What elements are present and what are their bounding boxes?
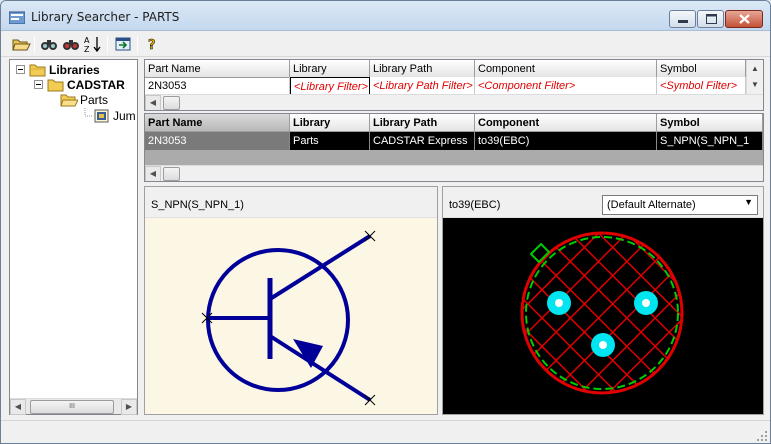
scroll-thumb[interactable] (163, 96, 180, 110)
scroll-up-icon[interactable]: ▲ (751, 64, 759, 73)
results-horizontal-scrollbar[interactable]: ◀ (145, 165, 763, 181)
export-icon (115, 37, 131, 51)
find-next-icon (63, 40, 79, 50)
filter-horizontal-scrollbar[interactable]: ◀ (145, 94, 763, 110)
results-grid: Part Name Library Library Path Component… (144, 113, 764, 182)
open-folder-icon (12, 39, 31, 51)
footprint-preview-header: to39(EBC) (Default Alternate) ▼ (443, 187, 763, 218)
library-filter[interactable]: <Library Filter> (290, 77, 370, 95)
open-button[interactable] (11, 35, 31, 54)
maximize-button[interactable] (697, 10, 724, 28)
symbol-preview-panel: S_NPN(S_NPN_1) (144, 186, 438, 415)
library-searcher-window: Library Searcher - PARTS AZ ? Libraries … (0, 0, 771, 444)
column-header[interactable]: Component (475, 60, 657, 78)
symbol-filter[interactable]: <Symbol Filter> (657, 77, 746, 95)
status-bar (1, 420, 770, 443)
scroll-thumb[interactable]: III (30, 400, 114, 414)
find-button[interactable] (39, 35, 59, 54)
title-bar: Library Searcher - PARTS (1, 1, 770, 31)
library-path-cell[interactable]: CADSTAR Express (370, 132, 475, 150)
sort-az-icon: AZ (84, 36, 101, 54)
column-header[interactable]: Library Path (370, 114, 475, 132)
open-folder-icon (60, 94, 78, 107)
column-header[interactable]: Part Name (145, 114, 290, 132)
folder-icon (29, 64, 46, 77)
minimize-button[interactable] (669, 10, 696, 28)
symbol-caption: S_NPN(S_NPN_1) (151, 199, 244, 211)
npn-transistor-symbol (201, 230, 376, 406)
column-header[interactable]: Component (475, 114, 657, 132)
minimize-icon (678, 20, 688, 23)
part-name-filter[interactable]: 2N3053 (145, 77, 290, 95)
scroll-left-icon[interactable]: ◀ (145, 95, 161, 110)
component-filter[interactable]: <Component Filter> (475, 77, 657, 95)
export-button[interactable] (113, 35, 133, 54)
column-header[interactable]: Library (290, 60, 370, 78)
tree-item-libraries[interactable]: Libraries (16, 62, 136, 78)
filter-grid: Part Name Library Library Path Component… (144, 59, 764, 111)
toolbar: AZ ? (1, 32, 770, 57)
svg-text:Z: Z (84, 45, 90, 53)
close-icon (739, 14, 750, 24)
scroll-right-icon[interactable]: ▶ (121, 399, 137, 415)
tree-item-label: Parts (80, 93, 109, 107)
filter-vertical-scrollbar[interactable]: ▲ ▼ (746, 60, 763, 94)
chevron-down-icon[interactable]: ▼ (744, 197, 753, 207)
tree-item-label: CADSTAR (67, 78, 125, 92)
library-cell[interactable]: Parts (290, 132, 370, 150)
to39-footprint-drawing (520, 231, 684, 395)
footprint-preview-panel: to39(EBC) (Default Alternate) ▼ (442, 186, 764, 415)
alternate-value: (Default Alternate) (607, 199, 696, 211)
scroll-thumb[interactable] (163, 167, 180, 181)
help-button[interactable]: ? (143, 35, 163, 54)
scroll-left-icon[interactable]: ◀ (145, 166, 161, 181)
tree-horizontal-scrollbar[interactable]: ◀ III ▶ (10, 398, 137, 415)
scroll-down-icon[interactable]: ▼ (751, 80, 759, 89)
part-name-cell[interactable]: 2N3053 (145, 132, 290, 150)
svg-text:?: ? (148, 38, 156, 53)
library-tree[interactable]: Libraries CADSTAR Parts Jump ◀ III ▶ (9, 59, 138, 415)
column-header[interactable]: Symbol (657, 114, 763, 132)
svg-text:A: A (84, 36, 90, 45)
scroll-left-icon[interactable]: ◀ (10, 399, 26, 415)
library-path-filter[interactable]: <Library Path Filter> (370, 77, 475, 95)
footprint-caption: to39(EBC) (449, 199, 501, 211)
column-header[interactable]: Symbol (657, 60, 746, 78)
find-icon (41, 40, 57, 50)
tree-item-jump[interactable]: Jump (84, 108, 136, 124)
resize-grip-icon[interactable] (756, 430, 768, 442)
column-header[interactable]: Library Path (370, 60, 475, 78)
collapse-icon[interactable] (16, 65, 25, 74)
tree-item-label: Jump (113, 109, 136, 123)
maximize-icon (706, 14, 717, 24)
symbol-cell[interactable]: S_NPN(S_NPN_1 (657, 132, 763, 150)
component-cell[interactable]: to39(EBC) (475, 132, 657, 150)
symbol-preview-header: S_NPN(S_NPN_1) (145, 187, 437, 218)
tree-item-parts[interactable]: Parts (60, 92, 136, 108)
app-icon (9, 11, 25, 24)
help-icon: ? (148, 38, 156, 54)
window-title: Library Searcher - PARTS (31, 10, 180, 24)
collapse-icon[interactable] (34, 80, 43, 89)
column-header[interactable]: Part Name (145, 60, 290, 78)
tree-item-label: Libraries (49, 63, 100, 77)
tree-item-cadstar[interactable]: CADSTAR (34, 77, 136, 93)
find-next-button[interactable] (61, 35, 81, 54)
folder-icon (47, 79, 64, 92)
tree-connector (84, 108, 93, 117)
component-icon (94, 109, 109, 123)
sort-button[interactable]: AZ (83, 35, 103, 54)
column-header[interactable]: Library (290, 114, 370, 132)
alternate-dropdown[interactable]: (Default Alternate) ▼ (602, 195, 758, 215)
close-button[interactable] (725, 10, 763, 28)
